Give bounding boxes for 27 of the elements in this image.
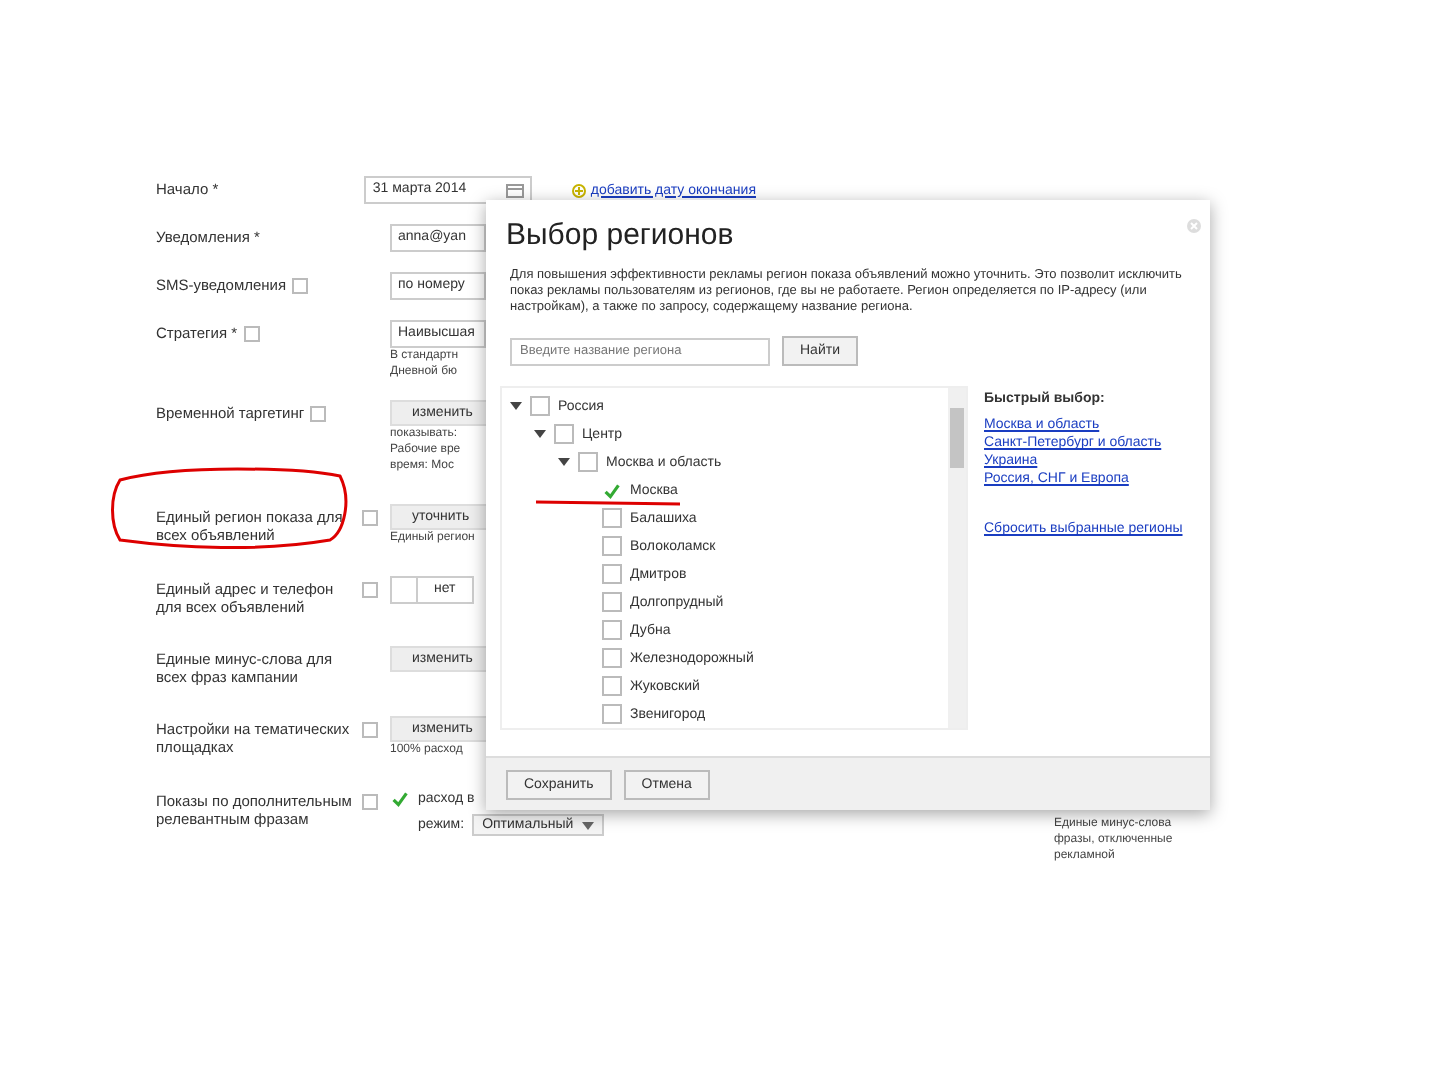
checkbox[interactable] [602, 704, 622, 724]
checkbox[interactable] [602, 676, 622, 696]
close-icon[interactable] [1186, 218, 1202, 234]
triangle-icon[interactable] [534, 428, 546, 440]
checkbox[interactable] [602, 620, 622, 640]
help-icon[interactable] [310, 406, 327, 422]
plus-circle-icon [572, 183, 587, 197]
checkbox[interactable] [602, 592, 622, 612]
checkbox[interactable] [578, 452, 598, 472]
checkbox[interactable] [530, 396, 550, 416]
checkbox[interactable] [602, 536, 622, 556]
help-icon[interactable] [362, 794, 378, 810]
checkbox[interactable] [602, 508, 622, 528]
scrollbar[interactable] [948, 388, 966, 728]
checkbox[interactable] [602, 564, 622, 584]
help-icon[interactable] [362, 510, 378, 526]
help-icon[interactable] [292, 278, 309, 294]
dialog-title: Выбор регионов [506, 218, 734, 252]
triangle-icon[interactable] [510, 400, 522, 412]
caret-icon [581, 821, 594, 829]
calendar-icon [506, 183, 525, 197]
help-icon[interactable] [362, 582, 378, 598]
checkbox[interactable] [554, 424, 574, 444]
help-icon[interactable] [362, 722, 378, 738]
help-icon[interactable] [243, 326, 260, 342]
checkbox[interactable] [602, 648, 622, 668]
triangle-icon[interactable] [558, 456, 570, 468]
